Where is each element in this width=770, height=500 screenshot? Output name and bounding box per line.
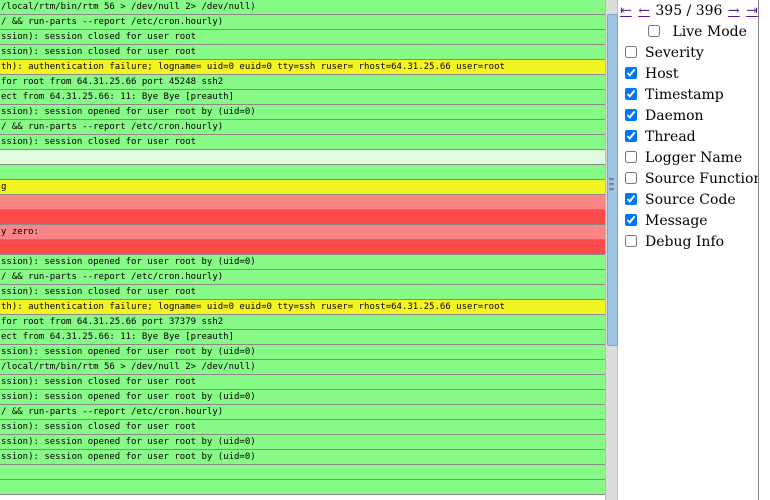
log-row[interactable]: ssion): session opened for user root by … [0,105,605,120]
option-thread[interactable]: Thread [618,127,758,148]
log-row[interactable]: / && run-parts --report /etc/cron.hourly… [0,270,605,285]
log-row[interactable] [0,480,605,495]
debug-info-checkbox[interactable] [625,235,637,247]
log-row[interactable]: ssion): session opened for user root by … [0,435,605,450]
message-label: Message [645,213,708,229]
log-row[interactable]: th): authentication failure; logname= ui… [0,300,605,315]
timestamp-checkbox[interactable] [625,88,637,100]
log-row[interactable]: ect from 64.31.25.66: 11: Bye Bye [preau… [0,90,605,105]
severity-checkbox[interactable] [625,46,637,58]
option-host[interactable]: Host [618,64,758,85]
splitter-grip-icon[interactable]: ‗ ‗ ‗ [606,172,617,191]
log-row[interactable]: th): authentication failure; logname= ui… [0,60,605,75]
source-function-label: Source Function [645,171,763,187]
log-row[interactable] [0,165,605,180]
daemon-checkbox[interactable] [625,109,637,121]
timestamp-label: Timestamp [645,87,724,103]
last-page-icon[interactable]: ⇥ [745,3,759,19]
live-mode-label: Live Mode [672,24,747,40]
message-checkbox[interactable] [625,214,637,226]
thread-checkbox[interactable] [625,130,637,142]
first-page-icon[interactable]: ⇤ [619,3,633,19]
option-logger-name[interactable]: Logger Name [618,148,758,169]
daemon-label: Daemon [645,108,704,124]
log-row[interactable]: / && run-parts --report /etc/cron.hourly… [0,15,605,30]
option-daemon[interactable]: Daemon [618,106,758,127]
option-debug-info[interactable]: Debug Info [618,232,758,253]
logger-name-checkbox[interactable] [625,151,637,163]
log-row[interactable] [0,210,605,225]
log-row[interactable]: for root from 64.31.25.66 port 45248 ssh… [0,75,605,90]
log-row[interactable]: ssion): session opened for user root by … [0,450,605,465]
source-code-label: Source Code [645,192,736,208]
column-options: Severity Host Timestamp Daemon Thread Logger … [618,43,762,253]
logger-name-label: Logger Name [645,150,743,166]
host-label: Host [645,66,679,82]
log-row[interactable] [0,240,605,255]
log-row[interactable]: ssion): session closed for user root [0,285,605,300]
log-row[interactable]: ssion): session closed for user root [0,135,605,150]
page-position: 395 / 396 [655,3,723,19]
debug-info-label: Debug Info [645,234,725,250]
option-message[interactable]: Message [618,211,758,232]
source-code-checkbox[interactable] [625,193,637,205]
log-row[interactable]: /local/rtm/bin/rtm 56 > /dev/null 2> /de… [0,0,605,15]
log-row[interactable]: / && run-parts --report /etc/cron.hourly… [0,405,605,420]
host-checkbox[interactable] [625,67,637,79]
log-row[interactable]: ssion): session opened for user root by … [0,390,605,405]
option-source-code[interactable]: Source Code [618,190,758,211]
log-row[interactable]: ssion): session closed for user root [0,375,605,390]
live-mode-row[interactable]: Live Mode [618,22,758,43]
thread-label: Thread [645,129,696,145]
log-row[interactable]: for root from 64.31.25.66 port 37379 ssh… [0,315,605,330]
log-row[interactable]: g [0,180,605,195]
option-severity[interactable]: Severity [618,43,758,64]
log-row[interactable]: ssion): session closed for user root [0,420,605,435]
window-edge [758,0,770,500]
log-row[interactable]: /local/rtm/bin/rtm 56 > /dev/null 2> /de… [0,360,605,375]
prev-page-icon[interactable]: ← [637,3,651,19]
log-row[interactable] [0,465,605,480]
option-timestamp[interactable]: Timestamp [618,85,758,106]
log-row[interactable]: ect from 64.31.25.66: 11: Bye Bye [preau… [0,330,605,345]
log-row[interactable]: / && run-parts --report /etc/cron.hourly… [0,120,605,135]
log-row[interactable] [0,195,605,210]
log-row[interactable]: ssion): session opened for user root by … [0,345,605,360]
log-pane: /local/rtm/bin/rtm 56 > /dev/null 2> /de… [0,0,605,500]
log-row[interactable]: y zero: [0,225,605,240]
source-function-checkbox[interactable] [625,172,637,184]
severity-label: Severity [645,45,704,61]
option-source-function[interactable]: Source Function [618,169,762,190]
live-mode-checkbox[interactable] [648,25,660,37]
next-page-icon[interactable]: → [727,3,741,19]
log-row[interactable]: ssion): session closed for user root [0,45,605,60]
log-row[interactable]: ssion): session closed for user root [0,30,605,45]
log-row[interactable] [0,150,605,165]
pane-scrollbar[interactable]: ‗ ‗ ‗ [605,0,618,500]
nav-bar: ⇤ ← 395 / 396 → ⇥ [618,0,758,22]
log-row[interactable]: ssion): session opened for user root by … [0,255,605,270]
side-panel: ⇤ ← 395 / 396 → ⇥ Live Mode Severity Host… [618,0,762,500]
